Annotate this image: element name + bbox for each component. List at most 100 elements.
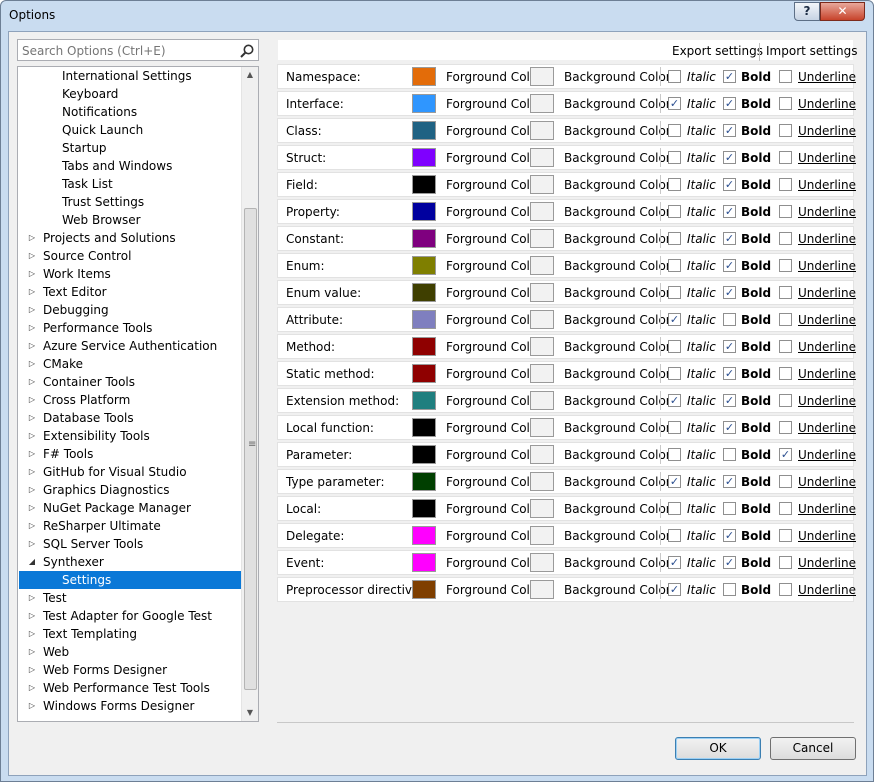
underline-checkbox[interactable]: [779, 178, 792, 191]
tree-item[interactable]: Tabs and Windows: [19, 157, 241, 175]
italic-checkbox[interactable]: [668, 367, 681, 380]
foreground-color-swatch[interactable]: [412, 472, 436, 491]
italic-checkbox[interactable]: [668, 340, 681, 353]
foreground-color-swatch[interactable]: [412, 121, 436, 140]
collapsed-arrow-icon[interactable]: ▷: [28, 319, 36, 337]
foreground-color-swatch[interactable]: [412, 202, 436, 221]
tree-item[interactable]: ▷ Container Tools: [19, 373, 241, 391]
tree-item[interactable]: ▷ Database Tools: [19, 409, 241, 427]
underline-checkbox[interactable]: [779, 502, 792, 515]
tree-item[interactable]: ▷ Performance Tools: [19, 319, 241, 337]
collapsed-arrow-icon[interactable]: ▷: [28, 679, 36, 697]
background-color-swatch[interactable]: [530, 175, 554, 194]
tree-item[interactable]: Settings: [19, 571, 241, 589]
scroll-down-arrow[interactable]: ▼: [242, 705, 258, 721]
foreground-color-swatch[interactable]: [412, 418, 436, 437]
close-button[interactable]: ✕: [820, 2, 865, 21]
tree-item[interactable]: Web Browser: [19, 211, 241, 229]
collapsed-arrow-icon[interactable]: ▷: [28, 427, 36, 445]
bold-checkbox[interactable]: ✓: [723, 232, 736, 245]
collapsed-arrow-icon[interactable]: ▷: [28, 589, 36, 607]
underline-checkbox[interactable]: [779, 475, 792, 488]
bold-checkbox[interactable]: [723, 583, 736, 596]
foreground-color-swatch[interactable]: [412, 445, 436, 464]
foreground-color-swatch[interactable]: [412, 553, 436, 572]
bold-checkbox[interactable]: ✓: [723, 475, 736, 488]
foreground-color-swatch[interactable]: [412, 526, 436, 545]
collapsed-arrow-icon[interactable]: ▷: [28, 625, 36, 643]
foreground-color-swatch[interactable]: [412, 94, 436, 113]
underline-checkbox[interactable]: [779, 232, 792, 245]
collapsed-arrow-icon[interactable]: ▷: [28, 643, 36, 661]
tree-item[interactable]: ▷ Text Templating: [19, 625, 241, 643]
underline-checkbox[interactable]: [779, 583, 792, 596]
collapsed-arrow-icon[interactable]: ▷: [28, 355, 36, 373]
collapsed-arrow-icon[interactable]: ▷: [28, 499, 36, 517]
bold-checkbox[interactable]: ✓: [723, 367, 736, 380]
collapsed-arrow-icon[interactable]: ▷: [28, 247, 36, 265]
collapsed-arrow-icon[interactable]: ▷: [28, 373, 36, 391]
background-color-swatch[interactable]: [530, 445, 554, 464]
italic-checkbox[interactable]: [668, 232, 681, 245]
italic-checkbox[interactable]: ✓: [668, 97, 681, 110]
collapsed-arrow-icon[interactable]: ▷: [28, 283, 36, 301]
tree-item[interactable]: ▷ Cross Platform: [19, 391, 241, 409]
collapsed-arrow-icon[interactable]: ▷: [28, 265, 36, 283]
bold-checkbox[interactable]: ✓: [723, 151, 736, 164]
collapsed-arrow-icon[interactable]: ▷: [28, 535, 36, 553]
options-tree[interactable]: International Settings Keyboard Notificati…: [17, 66, 259, 722]
import-settings-button[interactable]: Import settings: [766, 44, 858, 58]
italic-checkbox[interactable]: ✓: [668, 475, 681, 488]
tree-item[interactable]: ▷ Web Performance Test Tools: [19, 679, 241, 697]
bold-checkbox[interactable]: ✓: [723, 70, 736, 83]
export-settings-button[interactable]: Export settings: [672, 44, 763, 58]
italic-checkbox[interactable]: ✓: [668, 313, 681, 326]
tree-item[interactable]: ▷ Text Editor: [19, 283, 241, 301]
bold-checkbox[interactable]: ✓: [723, 97, 736, 110]
ok-button[interactable]: OK: [675, 737, 761, 760]
tree-item[interactable]: Quick Launch: [19, 121, 241, 139]
background-color-swatch[interactable]: [530, 337, 554, 356]
background-color-swatch[interactable]: [530, 310, 554, 329]
tree-item[interactable]: Keyboard: [19, 85, 241, 103]
underline-checkbox[interactable]: [779, 151, 792, 164]
background-color-swatch[interactable]: [530, 364, 554, 383]
underline-checkbox[interactable]: [779, 556, 792, 569]
expanded-arrow-icon[interactable]: ◢: [28, 553, 36, 571]
tree-item[interactable]: ▷ Windows Forms Designer: [19, 697, 241, 715]
italic-checkbox[interactable]: [668, 259, 681, 272]
background-color-swatch[interactable]: [530, 229, 554, 248]
underline-checkbox[interactable]: [779, 394, 792, 407]
underline-checkbox[interactable]: [779, 97, 792, 110]
background-color-swatch[interactable]: [530, 256, 554, 275]
collapsed-arrow-icon[interactable]: ▷: [28, 463, 36, 481]
background-color-swatch[interactable]: [530, 418, 554, 437]
tree-item[interactable]: ▷ Graphics Diagnostics: [19, 481, 241, 499]
tree-item[interactable]: ▷ SQL Server Tools: [19, 535, 241, 553]
bold-checkbox[interactable]: [723, 448, 736, 461]
bold-checkbox[interactable]: ✓: [723, 259, 736, 272]
background-color-swatch[interactable]: [530, 526, 554, 545]
underline-checkbox[interactable]: [779, 367, 792, 380]
tree-item[interactable]: Startup: [19, 139, 241, 157]
tree-item[interactable]: Notifications: [19, 103, 241, 121]
italic-checkbox[interactable]: ✓: [668, 556, 681, 569]
collapsed-arrow-icon[interactable]: ▷: [28, 697, 36, 715]
bold-checkbox[interactable]: [723, 313, 736, 326]
tree-item[interactable]: ▷ Test: [19, 589, 241, 607]
bold-checkbox[interactable]: ✓: [723, 556, 736, 569]
tree-item[interactable]: ▷ CMake: [19, 355, 241, 373]
bold-checkbox[interactable]: ✓: [723, 178, 736, 191]
collapsed-arrow-icon[interactable]: ▷: [28, 481, 36, 499]
tree-item[interactable]: ▷ Source Control: [19, 247, 241, 265]
scroll-up-arrow[interactable]: ▲: [242, 67, 258, 83]
background-color-swatch[interactable]: [530, 472, 554, 491]
underline-checkbox[interactable]: [779, 340, 792, 353]
collapsed-arrow-icon[interactable]: ▷: [28, 607, 36, 625]
bold-checkbox[interactable]: ✓: [723, 286, 736, 299]
collapsed-arrow-icon[interactable]: ▷: [28, 445, 36, 463]
foreground-color-swatch[interactable]: [412, 337, 436, 356]
collapsed-arrow-icon[interactable]: ▷: [28, 391, 36, 409]
bold-checkbox[interactable]: [723, 502, 736, 515]
background-color-swatch[interactable]: [530, 202, 554, 221]
